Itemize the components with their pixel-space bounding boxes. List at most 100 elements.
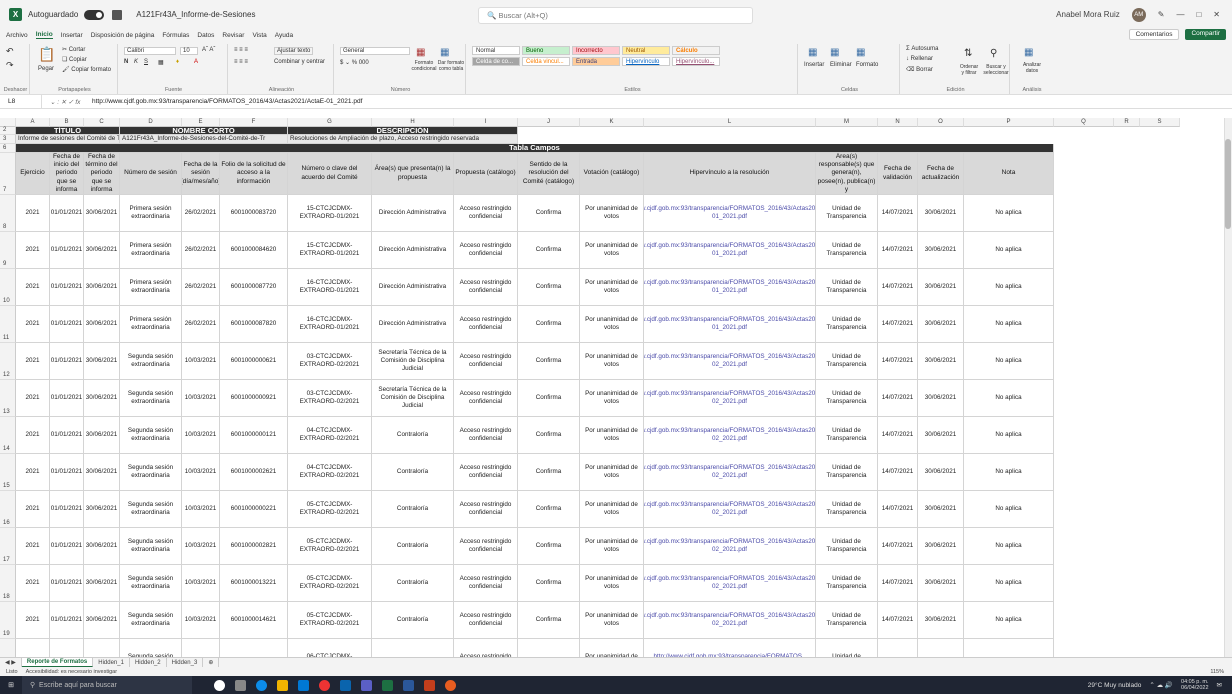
cell-r7-c12[interactable]: Unidad de Transparencia bbox=[816, 454, 878, 491]
formula-input[interactable]: http://www.cjdf.gob.mx:93/transparencia/… bbox=[92, 98, 362, 105]
cell-r0-c9[interactable]: Confirma bbox=[518, 195, 580, 232]
merge-button[interactable]: Combinar y centrar bbox=[274, 59, 325, 65]
firefox-icon[interactable] bbox=[445, 679, 456, 691]
cell-r1-c13[interactable]: 14/07/2021 bbox=[878, 232, 918, 269]
analyze-button[interactable]: Analizar datos bbox=[1018, 62, 1046, 74]
menu-item-2[interactable]: Insertar bbox=[61, 32, 83, 39]
cell-r4-c12[interactable]: Unidad de Transparencia bbox=[816, 343, 878, 380]
cell-r3-c12[interactable]: Unidad de Transparencia bbox=[816, 306, 878, 343]
cell-r9-c11[interactable]: http://www.cjdf.gob.mx:93/transparencia/… bbox=[644, 528, 816, 565]
cell-r1-c3[interactable]: Primera sesión extraordinaria bbox=[120, 232, 182, 269]
weather[interactable]: 29°C Muy nublado bbox=[1088, 682, 1142, 689]
scroll-thumb[interactable] bbox=[1225, 139, 1231, 229]
fill-color-icon[interactable]: ♦ bbox=[176, 59, 179, 65]
col-header-C[interactable]: C bbox=[84, 118, 120, 127]
cell-r0-c6[interactable]: 15-CTCJCDMX-EXTRAORD-01/2021 bbox=[288, 195, 372, 232]
cell-r8-c15[interactable]: No aplica bbox=[964, 491, 1054, 528]
cell-r7-c4[interactable]: 10/03/2021 bbox=[182, 454, 220, 491]
cell-r11-c2[interactable]: 30/06/2021 bbox=[84, 602, 120, 639]
cell-r2-c15[interactable]: No aplica bbox=[964, 269, 1054, 306]
fx-icon[interactable]: ⌄ : ✕ ✓ fx bbox=[42, 98, 92, 106]
taskbar-search[interactable]: ⚲ Escribe aquí para buscar bbox=[22, 676, 192, 694]
cell-r9-c3[interactable]: Segunda sesión extraordinaria bbox=[120, 528, 182, 565]
cell-r7-c3[interactable]: Segunda sesión extraordinaria bbox=[120, 454, 182, 491]
col-header-J[interactable]: J bbox=[518, 118, 580, 127]
cond-format-button[interactable]: Formato condicional bbox=[410, 60, 438, 72]
cell-r5-c5[interactable]: 6001000000921 bbox=[220, 380, 288, 417]
cell-r3-c1[interactable]: 01/01/2021 bbox=[50, 306, 84, 343]
row-header[interactable]: 2 bbox=[0, 127, 16, 135]
cell-r0-c13[interactable]: 14/07/2021 bbox=[878, 195, 918, 232]
cell-r7-c14[interactable]: 30/06/2021 bbox=[918, 454, 964, 491]
cell-r10-c7[interactable]: Contraloría bbox=[372, 565, 454, 602]
cell-r9-c14[interactable]: 30/06/2021 bbox=[918, 528, 964, 565]
cell-r7-c2[interactable]: 30/06/2021 bbox=[84, 454, 120, 491]
cell-r12-c4[interactable] bbox=[182, 639, 220, 657]
cell-r5-c13[interactable]: 14/07/2021 bbox=[878, 380, 918, 417]
cell-r6-c9[interactable]: Confirma bbox=[518, 417, 580, 454]
cell-r0-c12[interactable]: Unidad de Transparencia bbox=[816, 195, 878, 232]
cell-r12-c6[interactable]: 06-CTCJCDMX- bbox=[288, 639, 372, 657]
cell-r2-c3[interactable]: Primera sesión extraordinaria bbox=[120, 269, 182, 306]
cell-r3-c3[interactable]: Primera sesión extraordinaria bbox=[120, 306, 182, 343]
border-icon[interactable]: ▦ bbox=[158, 59, 164, 66]
cell-r4-c9[interactable]: Confirma bbox=[518, 343, 580, 380]
cell-r10-c3[interactable]: Segunda sesión extraordinaria bbox=[120, 565, 182, 602]
cell-r1-c5[interactable]: 6001000084620 bbox=[220, 232, 288, 269]
cell-r9-c8[interactable]: Acceso restringido confidencial bbox=[454, 528, 518, 565]
cell-r7-c9[interactable]: Confirma bbox=[518, 454, 580, 491]
cell-r2-c6[interactable]: 16-CTCJCDMX-EXTRAORD-01/2021 bbox=[288, 269, 372, 306]
clear-button[interactable]: ⌫ Borrar bbox=[906, 66, 933, 73]
cell-r10-c11[interactable]: http://www.cjdf.gob.mx:93/transparencia/… bbox=[644, 565, 816, 602]
cell-r6-c0[interactable]: 2021 bbox=[16, 417, 50, 454]
col-header-H[interactable]: H bbox=[372, 118, 454, 127]
cell-r8-c5[interactable]: 6001000000221 bbox=[220, 491, 288, 528]
col-header-F[interactable]: F bbox=[220, 118, 288, 127]
find-icon[interactable]: ⚲ bbox=[990, 48, 997, 59]
col-header-N[interactable]: N bbox=[878, 118, 918, 127]
cell-r5-c8[interactable]: Acceso restringido confidencial bbox=[454, 380, 518, 417]
excel-taskbar-icon[interactable] bbox=[382, 679, 393, 691]
cell-r12-c11[interactable]: http://www.cjdf.gob.mx:93/transparencia/… bbox=[644, 639, 816, 657]
cell-r10-c1[interactable]: 01/01/2021 bbox=[50, 565, 84, 602]
wrap-text-button[interactable]: Ajustar texto bbox=[274, 47, 314, 55]
col-header-D[interactable]: D bbox=[120, 118, 182, 127]
row-header[interactable]: 14 bbox=[0, 417, 16, 454]
cell-r7-c13[interactable]: 14/07/2021 bbox=[878, 454, 918, 491]
col-header-L[interactable]: L bbox=[644, 118, 816, 127]
cell-r12-c1[interactable] bbox=[50, 639, 84, 657]
find-select-button[interactable]: Buscar y seleccionar bbox=[982, 64, 1010, 76]
chrome-icon[interactable] bbox=[319, 679, 330, 691]
cell-r10-c10[interactable]: Por unanimidad de votos bbox=[580, 565, 644, 602]
save-icon[interactable] bbox=[112, 9, 123, 20]
cell-r6-c10[interactable]: Por unanimidad de votos bbox=[580, 417, 644, 454]
word-taskbar-icon[interactable] bbox=[403, 679, 414, 691]
cell-r11-c7[interactable]: Contraloría bbox=[372, 602, 454, 639]
cell-r1-c6[interactable]: 15-CTCJCDMX-EXTRAORD-01/2021 bbox=[288, 232, 372, 269]
copy-format-button[interactable]: 🖌 Copiar formato bbox=[62, 66, 111, 73]
style-normal[interactable]: Normal bbox=[472, 46, 520, 55]
cell-r11-c1[interactable]: 01/01/2021 bbox=[50, 602, 84, 639]
col-header-O[interactable]: O bbox=[918, 118, 964, 127]
cell-r8-c6[interactable]: 05-CTCJCDMX-EXTRAORD-02/2021 bbox=[288, 491, 372, 528]
cell-r5-c14[interactable]: 30/06/2021 bbox=[918, 380, 964, 417]
cell-r11-c0[interactable]: 2021 bbox=[16, 602, 50, 639]
cell-r12-c7[interactable] bbox=[372, 639, 454, 657]
corner-cell[interactable] bbox=[0, 118, 16, 127]
paste-button[interactable]: Pegar bbox=[38, 66, 54, 72]
cell-r4-c1[interactable]: 01/01/2021 bbox=[50, 343, 84, 380]
cell-r4-c2[interactable]: 30/06/2021 bbox=[84, 343, 120, 380]
row-header[interactable]: 13 bbox=[0, 380, 16, 417]
font-grow-icon[interactable]: Aˆ Aˇ bbox=[202, 47, 215, 53]
sort-icon[interactable]: ⇅ bbox=[964, 48, 972, 59]
cell-r12-c14[interactable] bbox=[918, 639, 964, 657]
italic-button[interactable]: K bbox=[134, 59, 138, 65]
cell-r10-c5[interactable]: 6001000013221 bbox=[220, 565, 288, 602]
number-format-select[interactable]: General bbox=[340, 47, 410, 55]
style-celda-control[interactable]: Celda de co... bbox=[472, 57, 520, 66]
font-size-select[interactable]: 10 bbox=[180, 47, 198, 55]
zoom-level[interactable]: 115% bbox=[1210, 669, 1224, 675]
format-button[interactable]: Formato bbox=[856, 62, 878, 68]
cell-r11-c13[interactable]: 14/07/2021 bbox=[878, 602, 918, 639]
cell-r9-c1[interactable]: 01/01/2021 bbox=[50, 528, 84, 565]
